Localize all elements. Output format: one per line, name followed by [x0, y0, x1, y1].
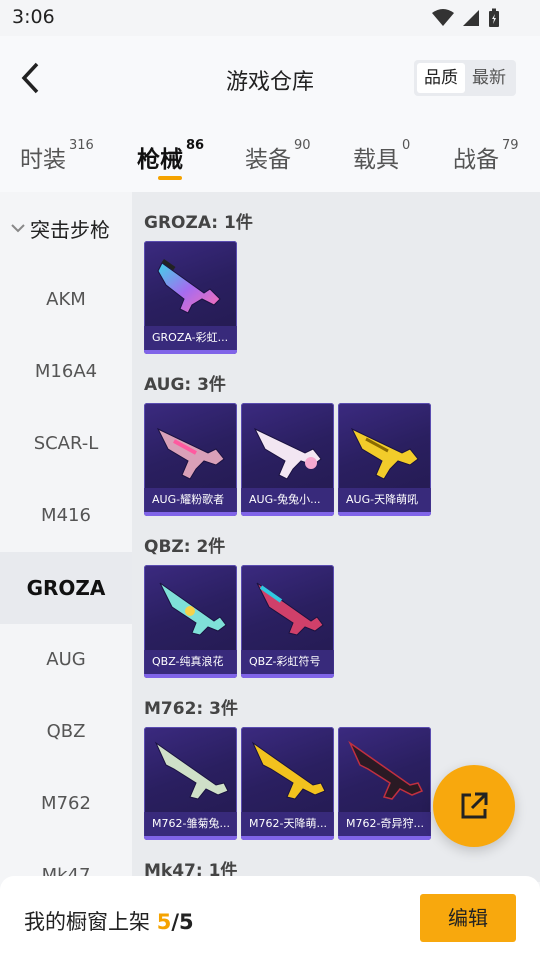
weapon-type-sidebar: 突击步枪 AKM M16A4 SCAR-L M416 GROZA AUG QBZ…	[0, 192, 132, 882]
section-title-aug: AUG: 3件	[144, 375, 226, 395]
showcase-total: 5	[178, 910, 194, 934]
tab-supplies[interactable]: 战备79	[453, 138, 519, 174]
battery-icon	[489, 8, 499, 27]
weapon-card[interactable]: M762-天降萌...	[241, 727, 334, 840]
rainbow-rifle-icon	[157, 259, 221, 314]
rarity-bar	[144, 512, 237, 516]
weapon-card[interactable]: GROZA-彩虹...	[144, 241, 237, 354]
section-title-qbz: QBZ: 2件	[144, 537, 226, 557]
rarity-bar	[338, 836, 431, 840]
tab-count: 79	[502, 138, 519, 153]
showcase-separator: /	[171, 910, 179, 934]
sidebar-group-assault-rifles[interactable]: 突击步枪	[0, 192, 132, 264]
bunny-rifle-icon	[253, 427, 322, 480]
sidebar-item-scar-l[interactable]: SCAR-L	[0, 408, 132, 480]
tab-label: 载具	[353, 147, 399, 173]
showcase-count: 5	[156, 910, 172, 934]
tab-count: 86	[186, 138, 205, 153]
tab-outfits[interactable]: 时装316	[20, 138, 94, 174]
weapon-card[interactable]: M762-奇异狩...	[338, 727, 431, 840]
tab-label: 枪械	[137, 147, 183, 173]
tab-count: 0	[402, 138, 411, 153]
weapon-card[interactable]: AUG-兔兔小...	[241, 403, 334, 516]
footer-bar: 我的橱窗上架 5/5 编辑	[0, 876, 540, 960]
dark-m762-icon	[348, 740, 424, 800]
weapon-card-label: GROZA-彩虹...	[144, 326, 237, 350]
weapon-card-label: AUG-耀粉歌者	[144, 488, 237, 512]
weapon-card[interactable]: AUG-耀粉歌者	[144, 403, 237, 516]
tab-equipment[interactable]: 装备90	[245, 138, 311, 174]
tab-weapons[interactable]: 枪械86	[137, 138, 205, 174]
rarity-bar	[144, 674, 237, 678]
tab-label: 时装	[20, 147, 66, 173]
tab-count: 316	[69, 138, 94, 153]
share-fab-button[interactable]	[433, 765, 515, 847]
section-title-groza: GROZA: 1件	[144, 213, 253, 233]
rarity-bar	[241, 674, 334, 678]
tab-label: 战备	[453, 147, 499, 173]
sidebar-group-label: 突击步枪	[30, 217, 110, 242]
weapon-card[interactable]: AUG-天降萌吼	[338, 403, 431, 516]
header: 游戏仓库 品质 最新	[0, 36, 540, 120]
wifi-icon	[432, 9, 454, 26]
rarity-bar	[241, 836, 334, 840]
tab-count: 90	[294, 138, 311, 153]
rainbow-symbol-rifle-icon	[256, 582, 324, 636]
wave-rifle-icon	[159, 582, 227, 636]
sort-toggle: 品质 最新	[414, 60, 516, 96]
rarity-bar	[241, 512, 334, 516]
rarity-bar	[144, 836, 237, 840]
weapon-card[interactable]: QBZ-纯真浪花	[144, 565, 237, 678]
tab-indicator	[158, 176, 182, 180]
weapon-card-label: M762-奇异狩...	[338, 812, 431, 836]
showcase-status: 我的橱窗上架 5/5	[24, 906, 194, 936]
edit-button[interactable]: 编辑	[420, 894, 516, 942]
sort-newest-option[interactable]: 最新	[465, 63, 513, 93]
weapon-card-label: AUG-天降萌吼	[338, 488, 431, 512]
sidebar-item-m16a4[interactable]: M16A4	[0, 336, 132, 408]
tab-vehicles[interactable]: 载具0	[353, 138, 411, 174]
sidebar-item-aug[interactable]: AUG	[0, 624, 132, 696]
category-tabs: 时装316 枪械86 装备90 载具0 战备79	[0, 120, 540, 192]
weapon-card[interactable]: QBZ-彩虹符号	[241, 565, 334, 678]
weapon-card-label: QBZ-彩虹符号	[241, 650, 334, 674]
status-bar: 3:06	[0, 0, 540, 36]
tab-label: 装备	[245, 147, 291, 173]
chevron-down-icon	[11, 224, 25, 233]
sidebar-item-m762[interactable]: M762	[0, 768, 132, 840]
sidebar-item-m416[interactable]: M416	[0, 480, 132, 552]
weapon-card-label: QBZ-纯真浪花	[144, 650, 237, 674]
sidebar-item-qbz[interactable]: QBZ	[0, 696, 132, 768]
rarity-bar	[338, 512, 431, 516]
rarity-bar	[144, 350, 237, 354]
weapon-card[interactable]: M762-雏菊兔...	[144, 727, 237, 840]
daisy-rifle-icon	[154, 741, 229, 800]
sort-quality-option[interactable]: 品质	[417, 63, 465, 93]
yellow-rifle-icon	[350, 427, 419, 480]
status-time: 3:06	[12, 6, 55, 28]
signal-icon	[463, 10, 479, 26]
weapon-card-label: M762-雏菊兔...	[144, 812, 237, 836]
weapon-card-label: AUG-兔兔小...	[241, 488, 334, 512]
sidebar-item-groza[interactable]: GROZA	[0, 552, 132, 624]
sidebar-item-akm[interactable]: AKM	[0, 264, 132, 336]
status-icons	[432, 8, 500, 28]
share-external-icon	[461, 792, 488, 819]
yellow-m762-icon	[251, 741, 326, 800]
pink-rifle-icon	[156, 427, 225, 480]
weapon-card-label: M762-天降萌...	[241, 812, 334, 836]
section-title-m762: M762: 3件	[144, 699, 238, 719]
showcase-label: 我的橱窗上架	[24, 910, 150, 934]
